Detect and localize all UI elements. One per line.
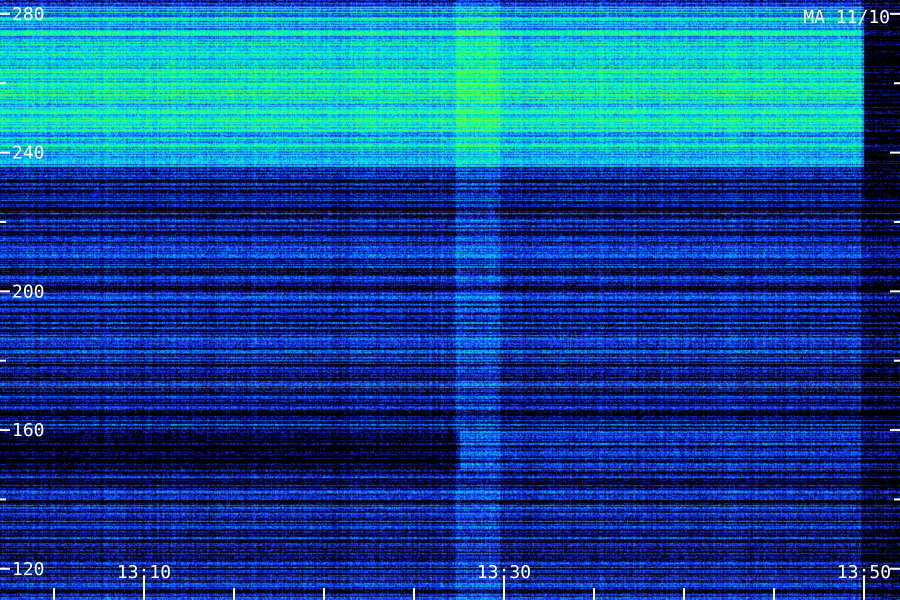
x-tick-label: 13:50 bbox=[837, 562, 891, 583]
y-tick-label: 280 bbox=[12, 4, 45, 25]
y-tick-label: 120 bbox=[12, 559, 45, 580]
y-tick-label: 160 bbox=[12, 420, 45, 441]
y-axis-ticks: 120 160 200 240 280 bbox=[0, 4, 900, 580]
axes-overlay: 120 160 200 240 280 13:10 13:30 13:50 MA 11/10 bbox=[0, 4, 900, 600]
y-tick-label: 240 bbox=[12, 143, 45, 164]
x-axis-ticks: 13:10 13:30 13:50 bbox=[53, 562, 891, 600]
x-tick-label: 13:30 bbox=[477, 562, 531, 583]
x-tick-label: 13:10 bbox=[117, 562, 171, 583]
y-tick-label: 200 bbox=[12, 281, 45, 302]
chart-title: MA 11/10 bbox=[803, 7, 890, 28]
